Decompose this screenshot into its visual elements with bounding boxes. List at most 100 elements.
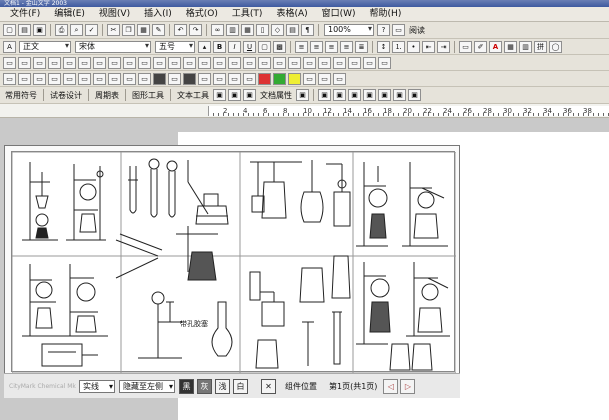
menu-insert[interactable]: 插入(I) [137,7,179,22]
redo-icon[interactable]: ↷ [189,24,202,36]
font-color-button[interactable]: A [489,40,502,53]
style-select[interactable]: 正文 [19,40,71,53]
tool-icon[interactable]: ▣ [213,89,226,101]
table-grid-icon[interactable]: ▥ [519,40,532,53]
symbol-icon[interactable]: ▭ [273,56,286,69]
symbol-icon[interactable]: ▭ [78,72,91,85]
symbol-icon[interactable]: ▭ [318,56,331,69]
paste-icon[interactable]: ▦ [137,24,150,36]
new-document-icon[interactable]: ▢ [3,24,16,36]
symbol-icon[interactable]: ▭ [333,72,346,85]
italic-button[interactable]: I [228,40,241,53]
yellow-color-icon[interactable] [288,72,301,85]
symbol-icon[interactable]: ▭ [318,72,331,85]
symbol-icon[interactable]: ▭ [78,56,91,69]
next-page-button[interactable]: ▷ [400,378,416,394]
symbol-icon[interactable]: ▭ [153,56,166,69]
menu-help[interactable]: 帮助(H) [363,7,409,22]
tool-icon[interactable]: ▣ [318,89,331,101]
symbol-icon[interactable]: ▭ [168,72,181,85]
symbol-icon[interactable]: ▭ [108,56,121,69]
enclose-char-icon[interactable]: ◯ [549,40,562,53]
common-symbols-menu[interactable]: 常用符号 [2,90,40,101]
decrease-indent-icon[interactable]: ⇤ [422,40,435,53]
symbol-icon[interactable]: ▭ [63,56,76,69]
line-style-select[interactable]: 实线 [79,379,115,393]
symbol-icon[interactable]: ▭ [48,56,61,69]
symbol-icon[interactable]: ▭ [198,56,211,69]
font-select[interactable]: 宋体 [75,40,151,53]
symbol-icon[interactable]: ▭ [228,56,241,69]
symbol-icon[interactable]: ▭ [198,72,211,85]
char-border-icon[interactable]: ▢ [258,40,271,53]
color-white-button[interactable]: 白 [233,378,248,394]
tool-icon[interactable]: ▣ [296,89,309,101]
symbol-icon[interactable]: ▭ [213,72,226,85]
symbol-dark-icon[interactable] [153,72,166,85]
symbol-icon[interactable]: ▭ [18,72,31,85]
justify-icon[interactable]: ≡ [340,40,353,53]
symbol-icon[interactable]: ▭ [243,72,256,85]
line-spacing-icon[interactable]: ↕ [377,40,390,53]
columns-icon[interactable]: ▯ [256,24,269,36]
document-map-icon[interactable]: ▤ [286,24,299,36]
insert-table-icon[interactable]: ▦ [241,24,254,36]
show-marks-icon[interactable]: ¶ [301,24,314,36]
symbol-icon[interactable]: ▭ [363,56,376,69]
symbol-icon[interactable]: ▭ [168,56,181,69]
open-folder-icon[interactable]: ▤ [18,24,31,36]
grow-font-icon[interactable]: ▴ [198,40,211,53]
symbol-icon[interactable]: ▭ [333,56,346,69]
symbol-icon[interactable]: ▭ [213,56,226,69]
menu-tools[interactable]: 工具(T) [225,7,270,22]
symbol-icon[interactable]: ▭ [228,72,241,85]
symbol-icon[interactable]: ▭ [93,56,106,69]
read-mode-label[interactable]: 阅读 [406,25,428,36]
tool-icon[interactable]: ▣ [408,89,421,101]
distribute-icon[interactable]: ≣ [355,40,368,53]
doc-properties-button[interactable]: 文档属性 [257,90,295,101]
graphic-tools-button[interactable]: 图形工具 [129,90,167,101]
color-gray-button[interactable]: 灰 [197,378,212,394]
print-icon[interactable]: ⎙ [55,24,68,36]
menu-table[interactable]: 表格(A) [269,7,314,22]
shading-icon[interactable]: ▦ [504,40,517,53]
exam-design-menu[interactable]: 试卷设计 [47,90,85,101]
help-icon[interactable]: ? [377,24,390,36]
menu-file[interactable]: 文件(F) [3,7,47,22]
font-size-select[interactable]: 五号 [155,40,195,53]
color-light-button[interactable]: 浅 [215,378,230,394]
green-color-icon[interactable] [273,72,286,85]
symbol-icon[interactable]: ▭ [3,72,16,85]
styles-icon[interactable]: A [3,40,16,53]
symbol-icon[interactable]: ▭ [243,56,256,69]
symbol-icon[interactable]: ▭ [18,56,31,69]
symbol-icon[interactable]: ▭ [258,56,271,69]
format-painter-icon[interactable]: ✎ [152,24,165,36]
menu-format[interactable]: 格式(O) [179,7,225,22]
menu-edit[interactable]: 编辑(E) [47,7,92,22]
color-black-button[interactable]: 黑 [179,378,194,394]
symbol-icon[interactable]: ▭ [123,72,136,85]
symbol-icon[interactable]: ▭ [33,72,46,85]
text-tools-menu[interactable]: 文本工具 [174,90,212,101]
tool-icon[interactable]: ▣ [243,89,256,101]
save-icon[interactable]: ▣ [33,24,46,36]
print-preview-icon[interactable]: ⌕ [70,24,83,36]
tool-icon[interactable]: ▣ [363,89,376,101]
symbol-icon[interactable]: ▭ [3,56,16,69]
underline-button[interactable]: U [243,40,256,53]
periodic-table-button[interactable]: 周期表 [92,90,122,101]
symbol-icon[interactable]: ▭ [288,56,301,69]
symbol-icon[interactable]: ▭ [33,56,46,69]
spellcheck-icon[interactable]: ✓ [85,24,98,36]
read-mode-icon[interactable]: ▭ [392,24,405,36]
symbol-icon[interactable]: ▭ [138,72,151,85]
menu-view[interactable]: 视图(V) [92,7,137,22]
prev-page-button[interactable]: ◁ [383,378,399,394]
cut-icon[interactable]: ✂ [107,24,120,36]
horizontal-ruler[interactable]: 2 4 6 8 10 12 14 16 18 20 22 24 26 28 30 32 34 36 38 [0,104,609,118]
highlight-icon[interactable]: ✐ [474,40,487,53]
symbol-icon[interactable]: ▭ [183,56,196,69]
align-center-icon[interactable]: ≡ [310,40,323,53]
